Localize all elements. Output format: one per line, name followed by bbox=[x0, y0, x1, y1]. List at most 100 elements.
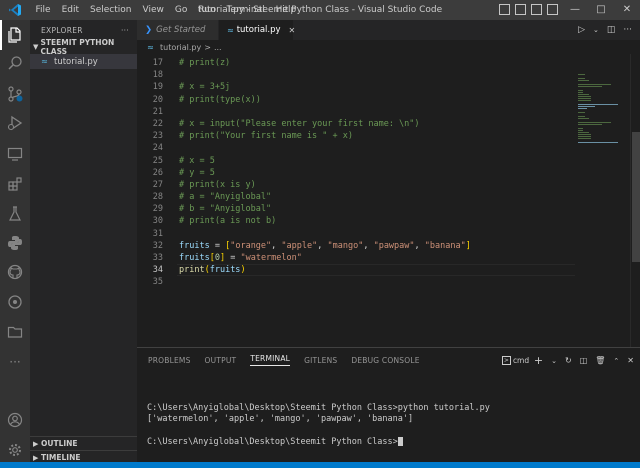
code-line[interactable]: 33 fruits[0] = "watermelon" bbox=[137, 252, 577, 264]
code-line[interactable]: 23 # print("Your first name is " + x) bbox=[137, 130, 577, 142]
panel-tab-problems[interactable]: PROBLEMS bbox=[148, 356, 191, 365]
trash-icon[interactable]: 🗑 bbox=[595, 356, 605, 365]
breadcrumb-file[interactable]: tutorial.py bbox=[160, 43, 201, 52]
more-actions-icon[interactable]: ··· bbox=[623, 25, 632, 35]
code-text: # print(a is not b) bbox=[179, 216, 277, 227]
menu-item-go[interactable]: Go bbox=[169, 0, 192, 20]
minimap-line bbox=[578, 74, 585, 75]
code-line[interactable]: 34 print(fruits) bbox=[137, 264, 577, 277]
terminal-select[interactable]: > cmd bbox=[501, 355, 529, 366]
code-text: # print(x is y) bbox=[179, 179, 256, 190]
accounts-icon[interactable] bbox=[5, 410, 25, 430]
folder-section[interactable]: ▼ STEEMIT PYTHON CLASS bbox=[30, 38, 137, 56]
source-control-icon[interactable] bbox=[5, 84, 25, 104]
minimap[interactable] bbox=[574, 54, 628, 347]
extensions-icon[interactable] bbox=[5, 174, 25, 194]
close-tab-icon[interactable]: ✕ bbox=[289, 26, 296, 35]
menu-item-selection[interactable]: Selection bbox=[85, 0, 137, 20]
split-editor-icon[interactable]: ◫ bbox=[607, 25, 616, 35]
minimap-line bbox=[578, 132, 589, 133]
line-number: 26 bbox=[152, 167, 163, 178]
code-line[interactable]: 24 bbox=[137, 142, 577, 154]
search-icon[interactable] bbox=[5, 53, 25, 73]
code-line[interactable]: 29 # b = "Anyiglobal" bbox=[137, 203, 577, 215]
toggle-sidebar-icon[interactable] bbox=[499, 4, 510, 15]
code-line[interactable]: 26 # y = 5 bbox=[137, 167, 577, 179]
menu-item-view[interactable]: View bbox=[137, 0, 169, 20]
customize-layout-icon[interactable] bbox=[547, 4, 558, 15]
explorer-more-icon[interactable]: ··· bbox=[121, 26, 129, 35]
code-line[interactable]: 28 # a = "Anyiglobal" bbox=[137, 191, 577, 203]
menu-item-run[interactable]: Run bbox=[193, 0, 221, 20]
code-line[interactable]: 27 # print(x is y) bbox=[137, 179, 577, 191]
minimap-line bbox=[578, 134, 591, 135]
new-terminal-icon[interactable]: + bbox=[534, 354, 543, 367]
panel-tab-debug-console[interactable]: DEBUG CONSOLE bbox=[351, 356, 419, 365]
restart-icon[interactable]: ↻ bbox=[565, 356, 572, 365]
chevron-down-icon: ▼ bbox=[33, 43, 39, 51]
code-line[interactable]: 25 # x = 5 bbox=[137, 155, 577, 167]
code-line[interactable]: 30 # print(a is not b) bbox=[137, 215, 577, 227]
code-text: # print("Your first name is " + x) bbox=[179, 131, 353, 142]
menu-item-edit[interactable]: Edit bbox=[56, 0, 84, 20]
run-debug-icon[interactable] bbox=[5, 113, 25, 133]
minimap-line bbox=[578, 86, 602, 87]
breadcrumb-ellipsis[interactable]: ... bbox=[214, 43, 222, 52]
line-number: 33 bbox=[152, 253, 163, 263]
outline-section[interactable]: ▶ OUTLINE bbox=[30, 436, 137, 450]
close-panel-icon[interactable]: ✕ bbox=[627, 356, 634, 365]
folder-icon[interactable] bbox=[5, 322, 25, 342]
run-dropdown-chevron-icon[interactable]: ⌄ bbox=[593, 26, 599, 34]
panel-tab-gitlens[interactable]: GITLENS bbox=[304, 356, 337, 365]
python-icon[interactable] bbox=[5, 233, 25, 253]
code-line[interactable]: 21 bbox=[137, 106, 577, 118]
maximize-icon[interactable]: □ bbox=[588, 0, 614, 20]
editor-scrollbar[interactable] bbox=[630, 54, 640, 347]
code-line[interactable]: 17 # print(z) bbox=[137, 57, 577, 69]
tab-tutorial-py[interactable]: ≈ tutorial.py ✕ bbox=[219, 20, 296, 40]
minimize-icon[interactable]: — bbox=[562, 0, 588, 20]
code-editor[interactable]: 17 # print(z) 18 19 # x = 3+5j 20 # print(type… bbox=[137, 57, 577, 289]
menu-item-terminal[interactable]: Terminal bbox=[221, 0, 270, 20]
code-line[interactable]: 32 fruits = ["orange", "apple", "mango", … bbox=[137, 240, 577, 252]
panel-tab-terminal[interactable]: TERMINAL bbox=[250, 354, 291, 366]
code-line[interactable]: 22 # x = input("Please enter your first n… bbox=[137, 118, 577, 130]
python-file-icon: ≈ bbox=[147, 42, 154, 52]
github-icon[interactable] bbox=[5, 262, 25, 282]
gitlens-icon[interactable] bbox=[5, 292, 25, 312]
timeline-label: TIMELINE bbox=[41, 453, 81, 462]
scrollbar-thumb[interactable] bbox=[632, 132, 640, 262]
settings-gear-icon[interactable] bbox=[5, 440, 25, 460]
split-terminal-icon[interactable]: ◫ bbox=[580, 356, 588, 365]
code-line[interactable]: 31 bbox=[137, 228, 577, 240]
code-text: # print(z) bbox=[179, 58, 231, 68]
toggle-panel-icon[interactable] bbox=[515, 4, 526, 15]
remote-explorer-icon[interactable] bbox=[5, 144, 25, 164]
close-window-icon[interactable]: ✕ bbox=[614, 0, 640, 20]
panel-tab-output[interactable]: OUTPUT bbox=[205, 356, 237, 365]
testing-icon[interactable] bbox=[5, 204, 25, 224]
run-file-icon[interactable]: ▷ bbox=[578, 25, 585, 35]
minimap-line bbox=[578, 142, 618, 143]
line-number: 17 bbox=[152, 58, 163, 68]
maximize-panel-icon[interactable]: ⌃ bbox=[613, 357, 619, 365]
menu-item-help[interactable]: Help bbox=[270, 0, 302, 20]
toggle-secondary-sidebar-icon[interactable] bbox=[531, 4, 542, 15]
file-item-tutorial[interactable]: ≈ tutorial.py bbox=[30, 54, 137, 69]
code-line[interactable]: 20 # print(type(x)) bbox=[137, 94, 577, 106]
breadcrumb-separator: > bbox=[204, 42, 211, 52]
tab-get-started[interactable]: ❯ Get Started bbox=[137, 20, 219, 40]
minimap-line bbox=[578, 116, 585, 117]
code-line[interactable]: 35 bbox=[137, 276, 577, 288]
code-line[interactable]: 19 # x = 3+5j bbox=[137, 81, 577, 93]
menu-item-file[interactable]: File bbox=[30, 0, 56, 20]
terminal-output[interactable]: C:\Users\Anyiglobal\Desktop\Steemit Pyth… bbox=[147, 391, 490, 449]
explorer-icon[interactable] bbox=[5, 25, 25, 45]
minimap-line bbox=[578, 136, 591, 137]
terminal-dropdown-icon[interactable]: ⌄ bbox=[551, 357, 557, 365]
more-views-icon[interactable]: ··· bbox=[5, 352, 25, 372]
code-line[interactable]: 18 bbox=[137, 69, 577, 81]
minimap-line bbox=[578, 80, 590, 81]
code-text: # b = "Anyiglobal" bbox=[179, 204, 272, 215]
code-text: # print(type(x)) bbox=[179, 94, 261, 105]
